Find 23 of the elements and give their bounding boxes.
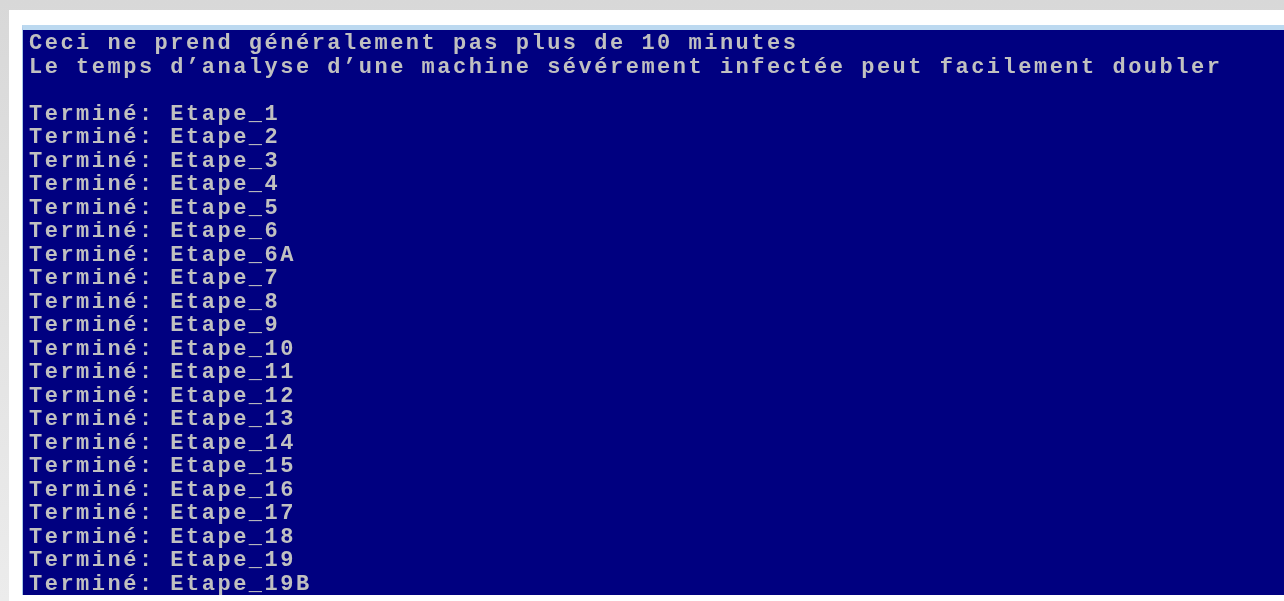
console-line: Terminé: Etape_13 xyxy=(29,408,296,432)
console-line: Terminé: Etape_6A xyxy=(29,243,296,267)
console-line: Terminé: Etape_1 xyxy=(29,102,281,126)
console-line: Terminé: Etape_4 xyxy=(29,173,281,197)
console-line: Ceci ne prend généralement pas plus de 10 minutes xyxy=(29,32,799,56)
console-line: Terminé: Etape_19 xyxy=(29,549,296,573)
console-line: Terminé: Etape_7 xyxy=(29,267,281,291)
console-line: Terminé: Etape_16 xyxy=(29,478,296,502)
console-line: Terminé: Etape_5 xyxy=(29,196,281,220)
console-line: Terminé: Etape_19B xyxy=(29,572,312,595)
console-line: Terminé: Etape_14 xyxy=(29,431,296,455)
console-line: Terminé: Etape_15 xyxy=(29,455,296,479)
console-line: Terminé: Etape_8 xyxy=(29,290,281,314)
console-line: Terminé: Etape_3 xyxy=(29,149,281,173)
console-line: Terminé: Etape_11 xyxy=(29,361,296,385)
console-line: Terminé: Etape_2 xyxy=(29,126,281,150)
console-line: Terminé: Etape_17 xyxy=(29,502,296,526)
console-line: Terminé: Etape_12 xyxy=(29,384,296,408)
console-line: Le temps d’analyse d’une machine sévérement infectée peut facilement doubler xyxy=(29,55,1223,79)
console-line: Terminé: Etape_18 xyxy=(29,525,296,549)
console-line: Terminé: Etape_10 xyxy=(29,337,296,361)
console-line: Terminé: Etape_6 xyxy=(29,220,281,244)
console-line: Terminé: Etape_9 xyxy=(29,314,281,338)
